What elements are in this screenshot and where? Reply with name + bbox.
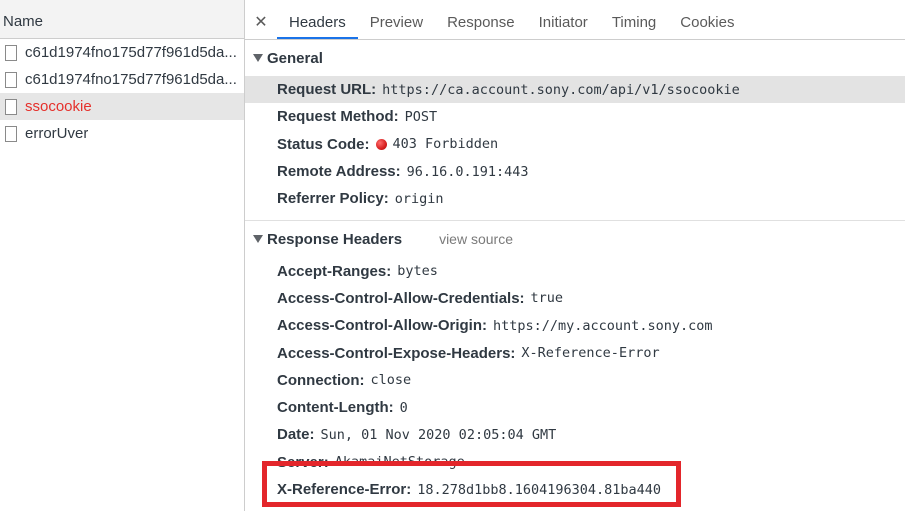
header-row-referrer-policy[interactable]: Referrer Policy: origin <box>245 185 905 212</box>
header-key: Request Method: <box>277 108 399 126</box>
header-value: https://my.account.sony.com <box>493 317 713 334</box>
header-value: X-Reference-Error <box>521 345 660 362</box>
header-key: Request URL: <box>277 81 377 99</box>
header-key: Server: <box>277 453 329 471</box>
header-key: Date: <box>277 426 315 444</box>
document-icon <box>5 98 17 115</box>
request-name: c61d1974fno175d77f961d5da... <box>25 44 237 61</box>
header-key: Status Code: <box>277 135 370 153</box>
header-value: 0 <box>399 399 408 416</box>
header-value: 96.16.0.191:443 <box>406 163 529 180</box>
header-key: Access-Control-Allow-Credentials: <box>277 289 525 307</box>
header-key: Referrer Policy: <box>277 190 389 208</box>
header-value: Sun, 01 Nov 2020 02:05:04 GMT <box>320 426 557 443</box>
header-key: Remote Address: <box>277 163 401 181</box>
header-value: 18.278d1bb8.1604196304.81ba440 <box>417 481 662 498</box>
devtools-network-panel: Name c61d1974fno175d77f961d5da... c61d19… <box>0 0 905 511</box>
request-list-pane: Name c61d1974fno175d77f961d5da... c61d19… <box>0 0 245 511</box>
triangle-down-icon <box>253 235 263 244</box>
response-headers-section-header[interactable]: Response Headers view source <box>245 221 905 257</box>
header-row-x-reference-error[interactable]: X-Reference-Error: 18.278d1bb8.160419630… <box>245 476 905 503</box>
tab-cookies[interactable]: Cookies <box>668 1 746 39</box>
header-value: 403 Forbidden <box>392 136 499 153</box>
header-value: AkamaiNetStorage <box>334 454 465 471</box>
request-details-pane: ✕ Headers Preview Response Initiator Tim… <box>245 0 905 511</box>
request-name: c61d1974fno175d77f961d5da... <box>25 71 237 88</box>
document-icon <box>5 44 17 61</box>
header-value: bytes <box>397 263 438 280</box>
section-title: Response Headers <box>267 230 403 248</box>
tab-preview[interactable]: Preview <box>358 1 435 39</box>
details-tabbar: ✕ Headers Preview Response Initiator Tim… <box>245 0 905 40</box>
request-row-selected[interactable]: ssocookie <box>0 93 244 120</box>
header-key: Access-Control-Allow-Origin: <box>277 317 488 335</box>
document-icon <box>5 71 17 88</box>
header-row[interactable]: Access-Control-Allow-Credentials: true <box>245 285 905 312</box>
header-row[interactable]: Content-Length: 0 <box>245 394 905 421</box>
header-row[interactable]: Access-Control-Expose-Headers: X-Referen… <box>245 339 905 366</box>
header-row[interactable]: Accept-Ranges: bytes <box>245 257 905 284</box>
header-row[interactable]: Server: AkamaiNetStorage <box>245 449 905 476</box>
tab-timing[interactable]: Timing <box>600 1 668 39</box>
header-key: Access-Control-Expose-Headers: <box>277 344 516 362</box>
tab-headers[interactable]: Headers <box>277 1 358 39</box>
tab-response[interactable]: Response <box>435 1 527 39</box>
header-row-status-code[interactable]: Status Code: 403 Forbidden <box>245 131 905 158</box>
header-key: Accept-Ranges: <box>277 262 392 280</box>
request-row[interactable]: c61d1974fno175d77f961d5da... <box>0 39 244 66</box>
header-value: close <box>370 372 412 389</box>
tab-initiator[interactable]: Initiator <box>527 1 600 39</box>
document-icon <box>5 125 17 142</box>
triangle-down-icon <box>253 54 263 62</box>
header-row[interactable]: Access-Control-Allow-Origin: https://my.… <box>245 312 905 339</box>
request-name: errorUver <box>25 125 89 142</box>
header-row[interactable]: Date: Sun, 01 Nov 2020 02:05:04 GMT <box>245 421 905 448</box>
header-row-remote-address[interactable]: Remote Address: 96.16.0.191:443 <box>245 158 905 185</box>
request-name: ssocookie <box>25 98 92 115</box>
header-value: true <box>530 290 564 307</box>
section-title: General <box>267 49 323 67</box>
header-value: POST <box>404 108 438 125</box>
name-column-header[interactable]: Name <box>0 0 244 39</box>
header-value: https://ca.account.sony.com/api/v1/ssoco… <box>382 81 740 98</box>
header-value: origin <box>394 190 444 207</box>
general-section-header[interactable]: General <box>245 40 905 76</box>
red-status-dot-icon <box>375 138 387 150</box>
close-icon[interactable]: ✕ <box>245 1 277 39</box>
header-row-request-url[interactable]: Request URL: https://ca.account.sony.com… <box>245 76 905 104</box>
header-key: Content-Length: <box>277 399 394 417</box>
header-row-request-method[interactable]: Request Method: POST <box>245 103 905 130</box>
view-source-link[interactable]: view source <box>439 231 513 247</box>
header-key: Connection: <box>277 371 365 389</box>
header-row[interactable]: Connection: close <box>245 367 905 394</box>
request-row[interactable]: c61d1974fno175d77f961d5da... <box>0 66 244 93</box>
header-key: X-Reference-Error: <box>277 481 412 498</box>
request-row[interactable]: errorUver <box>0 120 244 147</box>
